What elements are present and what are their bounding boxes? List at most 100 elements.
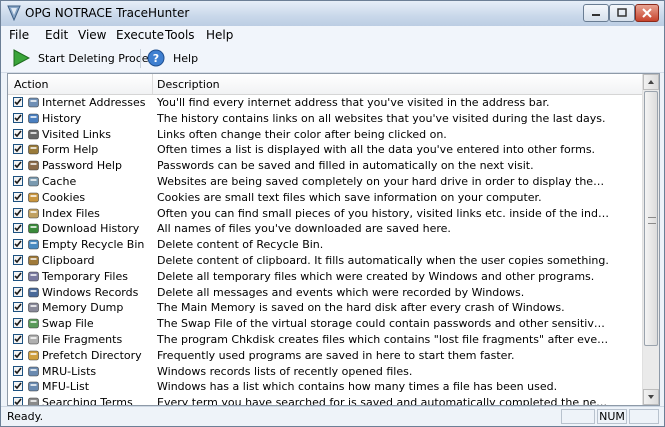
row-action-label: Internet Addresses (42, 96, 146, 109)
list-item[interactable]: Clipboard Delete content of clipboard. It… (8, 253, 643, 269)
row-checkbox[interactable] (13, 207, 23, 218)
menu-edit[interactable]: Edit (45, 28, 68, 42)
records-icon (27, 286, 40, 299)
list-item[interactable]: Cookies Cookies are small text files whic… (8, 190, 643, 206)
traces-list[interactable]: Action Description Internet Addresses You… (7, 73, 660, 406)
row-checkbox[interactable] (13, 318, 23, 329)
list-item[interactable]: Searching Terms Every term you have searc… (8, 395, 643, 405)
column-action[interactable]: Action (14, 78, 48, 91)
help-button[interactable]: ? Help (147, 47, 198, 69)
status-panel-scroll (629, 409, 659, 424)
menu-file[interactable]: File (9, 28, 29, 42)
start-deleting-button[interactable]: Start Deleting Process (12, 47, 160, 69)
list-item[interactable]: Index Files Often you can find small piec… (8, 206, 643, 222)
list-item[interactable]: Password Help Passwords can be saved and … (8, 158, 643, 174)
checkmark-icon (14, 193, 22, 200)
row-description: Windows records lists of recently opened… (157, 364, 413, 378)
list-header: Action Description (8, 74, 643, 95)
title-bar[interactable]: OPG NOTRACE TraceHunter (1, 1, 664, 26)
row-checkbox[interactable] (13, 239, 23, 250)
list-item[interactable]: Empty Recycle Bin Delete content of Recyc… (8, 237, 643, 253)
row-checkbox[interactable] (13, 286, 23, 297)
scroll-up-button[interactable] (643, 74, 659, 90)
menu-tools[interactable]: Tools (165, 28, 195, 42)
list-item[interactable]: Windows Records Delete all messages and e… (8, 285, 643, 301)
checkmark-icon (14, 272, 22, 279)
row-description: The program Chkdisk creates files which … (157, 332, 609, 346)
row-checkbox[interactable] (13, 397, 23, 405)
row-description: The Main Memory is saved on the hard dis… (157, 301, 565, 315)
list-item[interactable]: Internet Addresses You'll find every inte… (8, 95, 643, 111)
vertical-scrollbar[interactable] (642, 74, 659, 405)
row-description: Delete all messages and events which wer… (157, 285, 525, 299)
toolbar: Start Deleting Process ? Help (1, 45, 664, 73)
menu-view[interactable]: View (78, 28, 106, 42)
row-checkbox[interactable] (13, 302, 23, 313)
row-checkbox[interactable] (13, 112, 23, 123)
row-checkbox[interactable] (13, 333, 23, 344)
row-checkbox[interactable] (13, 144, 23, 155)
row-checkbox[interactable] (13, 128, 23, 139)
list-item[interactable]: Prefetch Directory Frequently used progra… (8, 348, 643, 364)
play-icon (13, 49, 30, 67)
close-button[interactable] (635, 4, 659, 22)
list-item[interactable]: History The history contains links on all… (8, 111, 643, 127)
row-checkbox[interactable] (13, 270, 23, 281)
list-item[interactable]: Temporary Files Delete all temporary file… (8, 269, 643, 285)
row-checkbox[interactable] (13, 381, 23, 392)
app-window: OPG NOTRACE TraceHunter File Edit View E… (0, 0, 665, 427)
scroll-down-button[interactable] (643, 389, 659, 405)
menu-help[interactable]: Help (206, 28, 233, 42)
arrow-up-icon (648, 80, 654, 84)
list-item[interactable]: MRU-Lists Windows records lists of recent… (8, 364, 643, 380)
row-action-label: Form Help (42, 143, 99, 157)
memory-dump-icon (27, 301, 40, 314)
row-checkbox[interactable] (13, 223, 23, 234)
checkmark-icon (14, 130, 22, 137)
maximize-button[interactable] (609, 4, 635, 22)
list-item[interactable]: Form Help Often times a list is displayed… (8, 142, 643, 158)
recycle-bin-icon (27, 238, 40, 251)
row-checkbox[interactable] (13, 191, 23, 202)
status-panel-empty (561, 409, 595, 424)
column-divider[interactable] (152, 74, 153, 94)
row-action-label: Memory Dump (42, 301, 124, 315)
list-item[interactable]: Download History All names of files you'v… (8, 221, 643, 237)
list-item[interactable]: Cache Websites are being saved completely… (8, 174, 643, 190)
row-checkbox[interactable] (13, 254, 23, 265)
list-item[interactable]: Memory Dump The Main Memory is saved on t… (8, 300, 643, 316)
file-fragments-icon (27, 333, 40, 346)
row-action-label: Temporary Files (42, 269, 128, 283)
list-item[interactable]: Swap File The Swap File of the virtual st… (8, 316, 643, 332)
checkmark-icon (14, 224, 22, 232)
row-action-label: File Fragments (42, 332, 123, 346)
checkmark-icon (14, 398, 22, 405)
row-description: You'll find every internet address that … (157, 96, 550, 109)
folder-icon (27, 349, 40, 362)
row-action-label: Download History (42, 222, 140, 236)
list-item[interactable]: File Fragments The program Chkdisk create… (8, 332, 643, 348)
row-action-label: Swap File (42, 317, 94, 331)
row-checkbox[interactable] (13, 349, 23, 360)
minimize-button[interactable] (583, 4, 609, 22)
menu-execute[interactable]: Execute (116, 28, 164, 42)
row-checkbox[interactable] (13, 160, 23, 171)
scroll-thumb[interactable] (644, 91, 658, 346)
row-checkbox[interactable] (13, 365, 23, 376)
row-action-label: Prefetch Directory (42, 348, 142, 362)
list-item[interactable]: MFU-List Windows has a list which contain… (8, 379, 643, 395)
cache-icon (27, 175, 40, 188)
index-files-icon (27, 207, 40, 220)
row-action-label: Cache (42, 174, 77, 188)
row-checkbox[interactable] (13, 97, 23, 107)
row-description: Cookies are small text files which save … (157, 190, 542, 204)
column-description[interactable]: Description (157, 78, 220, 91)
checkmark-icon (14, 161, 22, 169)
temp-files-icon (27, 270, 40, 283)
checkmark-icon (14, 209, 22, 216)
row-action-label: Index Files (42, 206, 100, 220)
list-item[interactable]: Visited Links Links often change their co… (8, 127, 643, 143)
row-checkbox[interactable] (13, 175, 23, 186)
close-icon (642, 8, 652, 18)
checkmark-icon (14, 98, 22, 106)
